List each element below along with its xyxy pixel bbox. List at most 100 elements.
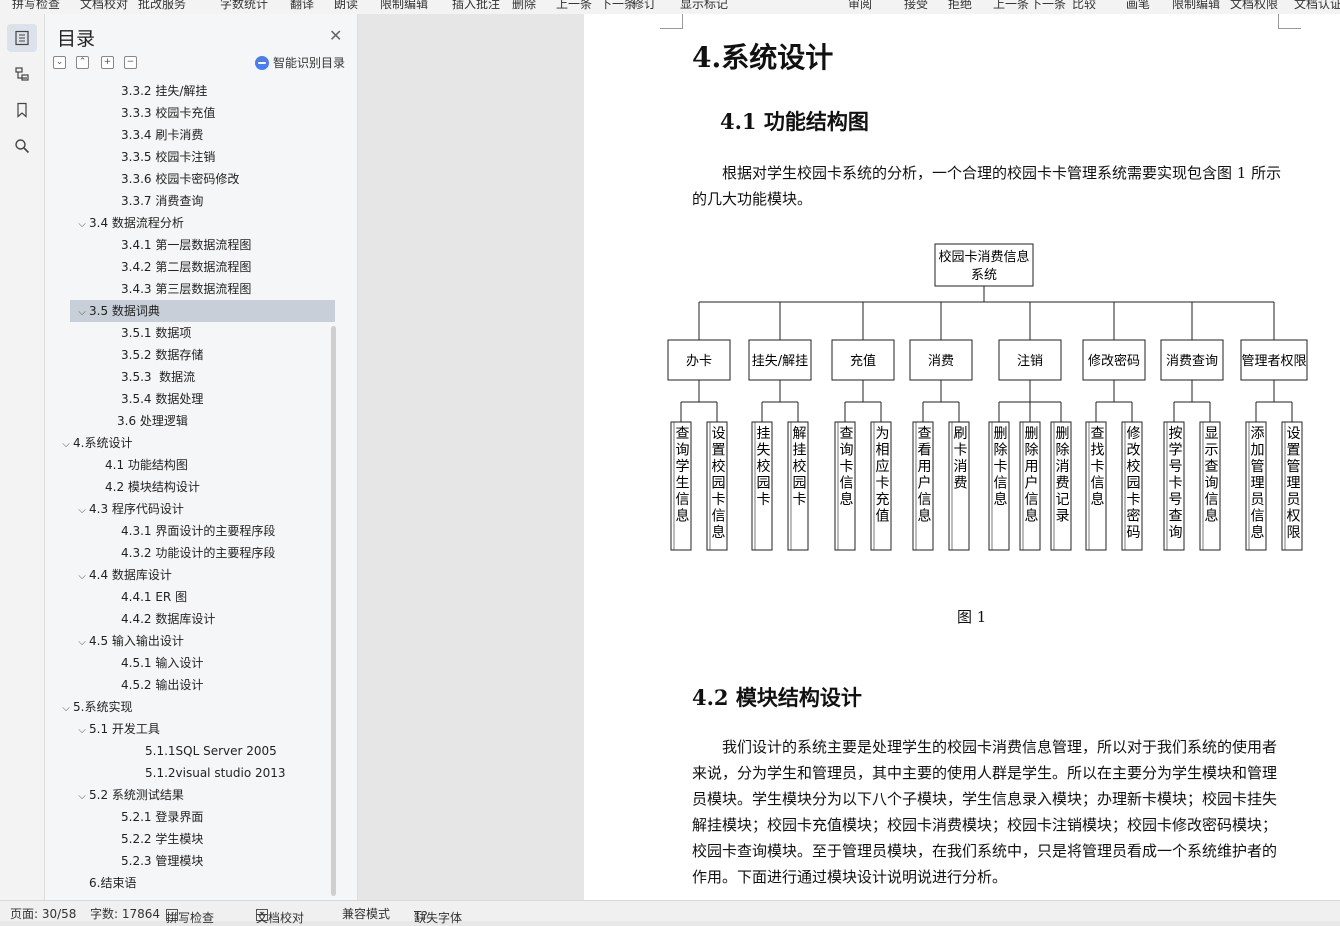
toc-item[interactable]: 3.5.4 数据处理: [45, 388, 203, 410]
toc-item[interactable]: 4.5.1 输入设计: [45, 652, 203, 674]
toc-item[interactable]: 3.4.3 第三层数据流程图: [45, 278, 251, 300]
toolbar-item[interactable]: 文档认证: [1294, 0, 1340, 12]
toc-item-label: 4.3.2 功能设计的主要程序段: [121, 546, 276, 560]
chevron-down-icon[interactable]: ⌵: [75, 566, 89, 588]
word-count[interactable]: 字数: 17864: [90, 905, 160, 922]
chevron-down-icon[interactable]: ⌵: [75, 720, 89, 742]
toc-icon[interactable]: [7, 24, 37, 52]
chevron-down-icon[interactable]: ⌵: [75, 632, 89, 654]
chevron-down-icon[interactable]: ⌵: [75, 786, 89, 808]
toc-item[interactable]: 3.3.4 刷卡消费: [45, 124, 203, 146]
toolbar-item[interactable]: 下一条: [600, 0, 636, 12]
root-label: 系统: [971, 268, 997, 283]
toc-item[interactable]: 3.5.3 数据流: [45, 366, 195, 388]
toc-item[interactable]: 4.3.1 界面设计的主要程序段: [45, 520, 275, 542]
toc-item[interactable]: ⌵ 5.系统实现: [45, 696, 132, 718]
bookmark-icon[interactable]: [7, 96, 37, 124]
toc-item-label: 4.5 输入输出设计: [89, 634, 184, 648]
page-gap: [358, 14, 584, 900]
toc-item[interactable]: ⌵ 3.4 数据流程分析: [45, 212, 184, 234]
toc-item[interactable]: ⌵ 3.5 数据词典: [70, 300, 335, 322]
toc-item[interactable]: ⌵ 4.4 数据库设计: [45, 564, 172, 586]
submodule-char: 失: [757, 443, 771, 459]
toc-item[interactable]: 3.5.1 数据项: [45, 322, 191, 344]
submodule-char: 号: [1169, 492, 1183, 508]
toc-item[interactable]: 5.2.2 学生模块: [45, 828, 203, 850]
toc-item[interactable]: ⌵ 5.2 系统测试结果: [45, 784, 184, 806]
expand-all-icon[interactable]: ⌄: [53, 56, 66, 69]
remove-heading-icon[interactable]: −: [124, 56, 137, 69]
toc-item[interactable]: 3.3.7 消费查询: [45, 190, 203, 212]
toc-item-label: 3.5.1 数据项: [121, 326, 192, 340]
toc-item[interactable]: 5.2.3 管理模块: [45, 850, 203, 872]
toc-item[interactable]: 6.结束语: [45, 872, 136, 894]
module-label: 修改密码: [1088, 353, 1140, 369]
toc-item[interactable]: ⌵ 4.3 程序代码设计: [45, 498, 184, 520]
toolbar-item[interactable]: 插入批注: [452, 0, 500, 12]
toc-scrollbar[interactable]: [331, 326, 336, 896]
outline-icon[interactable]: [7, 60, 37, 88]
toc-item[interactable]: 5.1.1SQL Server 2005: [45, 740, 277, 762]
toc-item[interactable]: 3.3.3 校园卡充值: [45, 102, 215, 124]
margin-mark: [1278, 14, 1301, 29]
toc-item[interactable]: 4.5.2 输出设计: [45, 674, 203, 696]
toc-item[interactable]: 4.2 模块结构设计: [45, 476, 200, 498]
toc-item[interactable]: 4.1 功能结构图: [45, 454, 188, 476]
toolbar-item[interactable]: 比较: [1072, 0, 1096, 12]
page-indicator[interactable]: 页面: 30/58: [10, 905, 76, 922]
chevron-down-icon[interactable]: ⌵: [75, 214, 89, 236]
toc-item[interactable]: 3.3.2 挂失/解挂: [45, 80, 207, 102]
chevron-down-icon[interactable]: ⌵: [59, 698, 73, 720]
toc-item[interactable]: 3.6 处理逻辑: [45, 410, 188, 432]
toolbar-item[interactable]: 拼写检查: [12, 0, 60, 12]
submodule-char: 户: [918, 475, 932, 492]
toolbar-item[interactable]: 批改服务: [138, 0, 186, 12]
chevron-down-icon[interactable]: ⌵: [75, 500, 89, 522]
toolbar-item[interactable]: 限制编辑: [380, 0, 428, 12]
smart-toc-button[interactable]: 智能识别目录: [255, 54, 345, 71]
toolbar-item[interactable]: 画笔: [1126, 0, 1150, 12]
toolbar-item[interactable]: 字数统计: [220, 0, 268, 12]
ai-icon: [255, 55, 269, 70]
toolbar-item[interactable]: 文档校对: [80, 0, 128, 12]
toolbar-item[interactable]: 修订: [632, 0, 656, 12]
toc-item[interactable]: 3.3.6 校园卡密码修改: [45, 168, 239, 190]
close-icon[interactable]: ✕: [329, 26, 342, 45]
toolbar-item[interactable]: 显示标记: [680, 0, 728, 12]
toc-item[interactable]: ⌵ 4.系统设计: [45, 432, 132, 454]
toolbar-item[interactable]: 上一条: [993, 0, 1029, 12]
toolbar-item[interactable]: 朗读: [334, 0, 358, 12]
toc-item[interactable]: 5.2.1 登录界面: [45, 806, 203, 828]
add-heading-icon[interactable]: +: [101, 56, 114, 69]
toc-item[interactable]: 4.3.2 功能设计的主要程序段: [45, 542, 275, 564]
collapse-all-icon[interactable]: ⌃: [76, 56, 89, 69]
search-icon[interactable]: [7, 132, 37, 160]
chevron-down-icon[interactable]: ⌵: [59, 434, 73, 456]
chevron-down-icon[interactable]: ⌵: [75, 302, 89, 324]
toc-item[interactable]: 3.4.1 第一层数据流程图: [45, 234, 251, 256]
toc-item[interactable]: 3.5.2 数据存储: [45, 344, 203, 366]
toolbar-item[interactable]: 上一条: [556, 0, 592, 12]
toc-item[interactable]: 3.3.5 校园卡注销: [45, 146, 215, 168]
toc-item-label: 5.系统实现: [73, 700, 133, 714]
toolbar-item[interactable]: 接受: [904, 0, 928, 12]
toolbar-item[interactable]: 审阅: [848, 0, 872, 12]
toc-item-label: 4.5.1 输入设计: [121, 656, 204, 670]
submodule-char: 信: [994, 476, 1008, 492]
submodule-char: 消: [954, 459, 968, 475]
toc-item[interactable]: 4.4.2 数据库设计: [45, 608, 215, 630]
toolbar-item[interactable]: 限制编辑: [1172, 0, 1220, 12]
toolbar-item[interactable]: 下一条: [1030, 0, 1066, 12]
toc-item[interactable]: 4.4.1 ER 图: [45, 586, 187, 608]
submodule-char: 息: [712, 524, 726, 541]
toc-item[interactable]: ⌵ 4.5 输入输出设计: [45, 630, 184, 652]
toolbar-item[interactable]: 文档权限: [1230, 0, 1278, 12]
toolbar-item[interactable]: 删除: [512, 0, 536, 12]
toc-item[interactable]: 5.1.2visual studio 2013: [45, 762, 286, 784]
toc-title: 目录: [57, 28, 96, 50]
toc-item[interactable]: ⌵ 5.1 开发工具: [45, 718, 160, 740]
toc-item[interactable]: 3.4.2 第二层数据流程图: [45, 256, 251, 278]
submodule-char: 挂: [793, 443, 807, 459]
toolbar-item[interactable]: 拒绝: [948, 0, 972, 12]
toolbar-item[interactable]: 翻译: [290, 0, 314, 12]
